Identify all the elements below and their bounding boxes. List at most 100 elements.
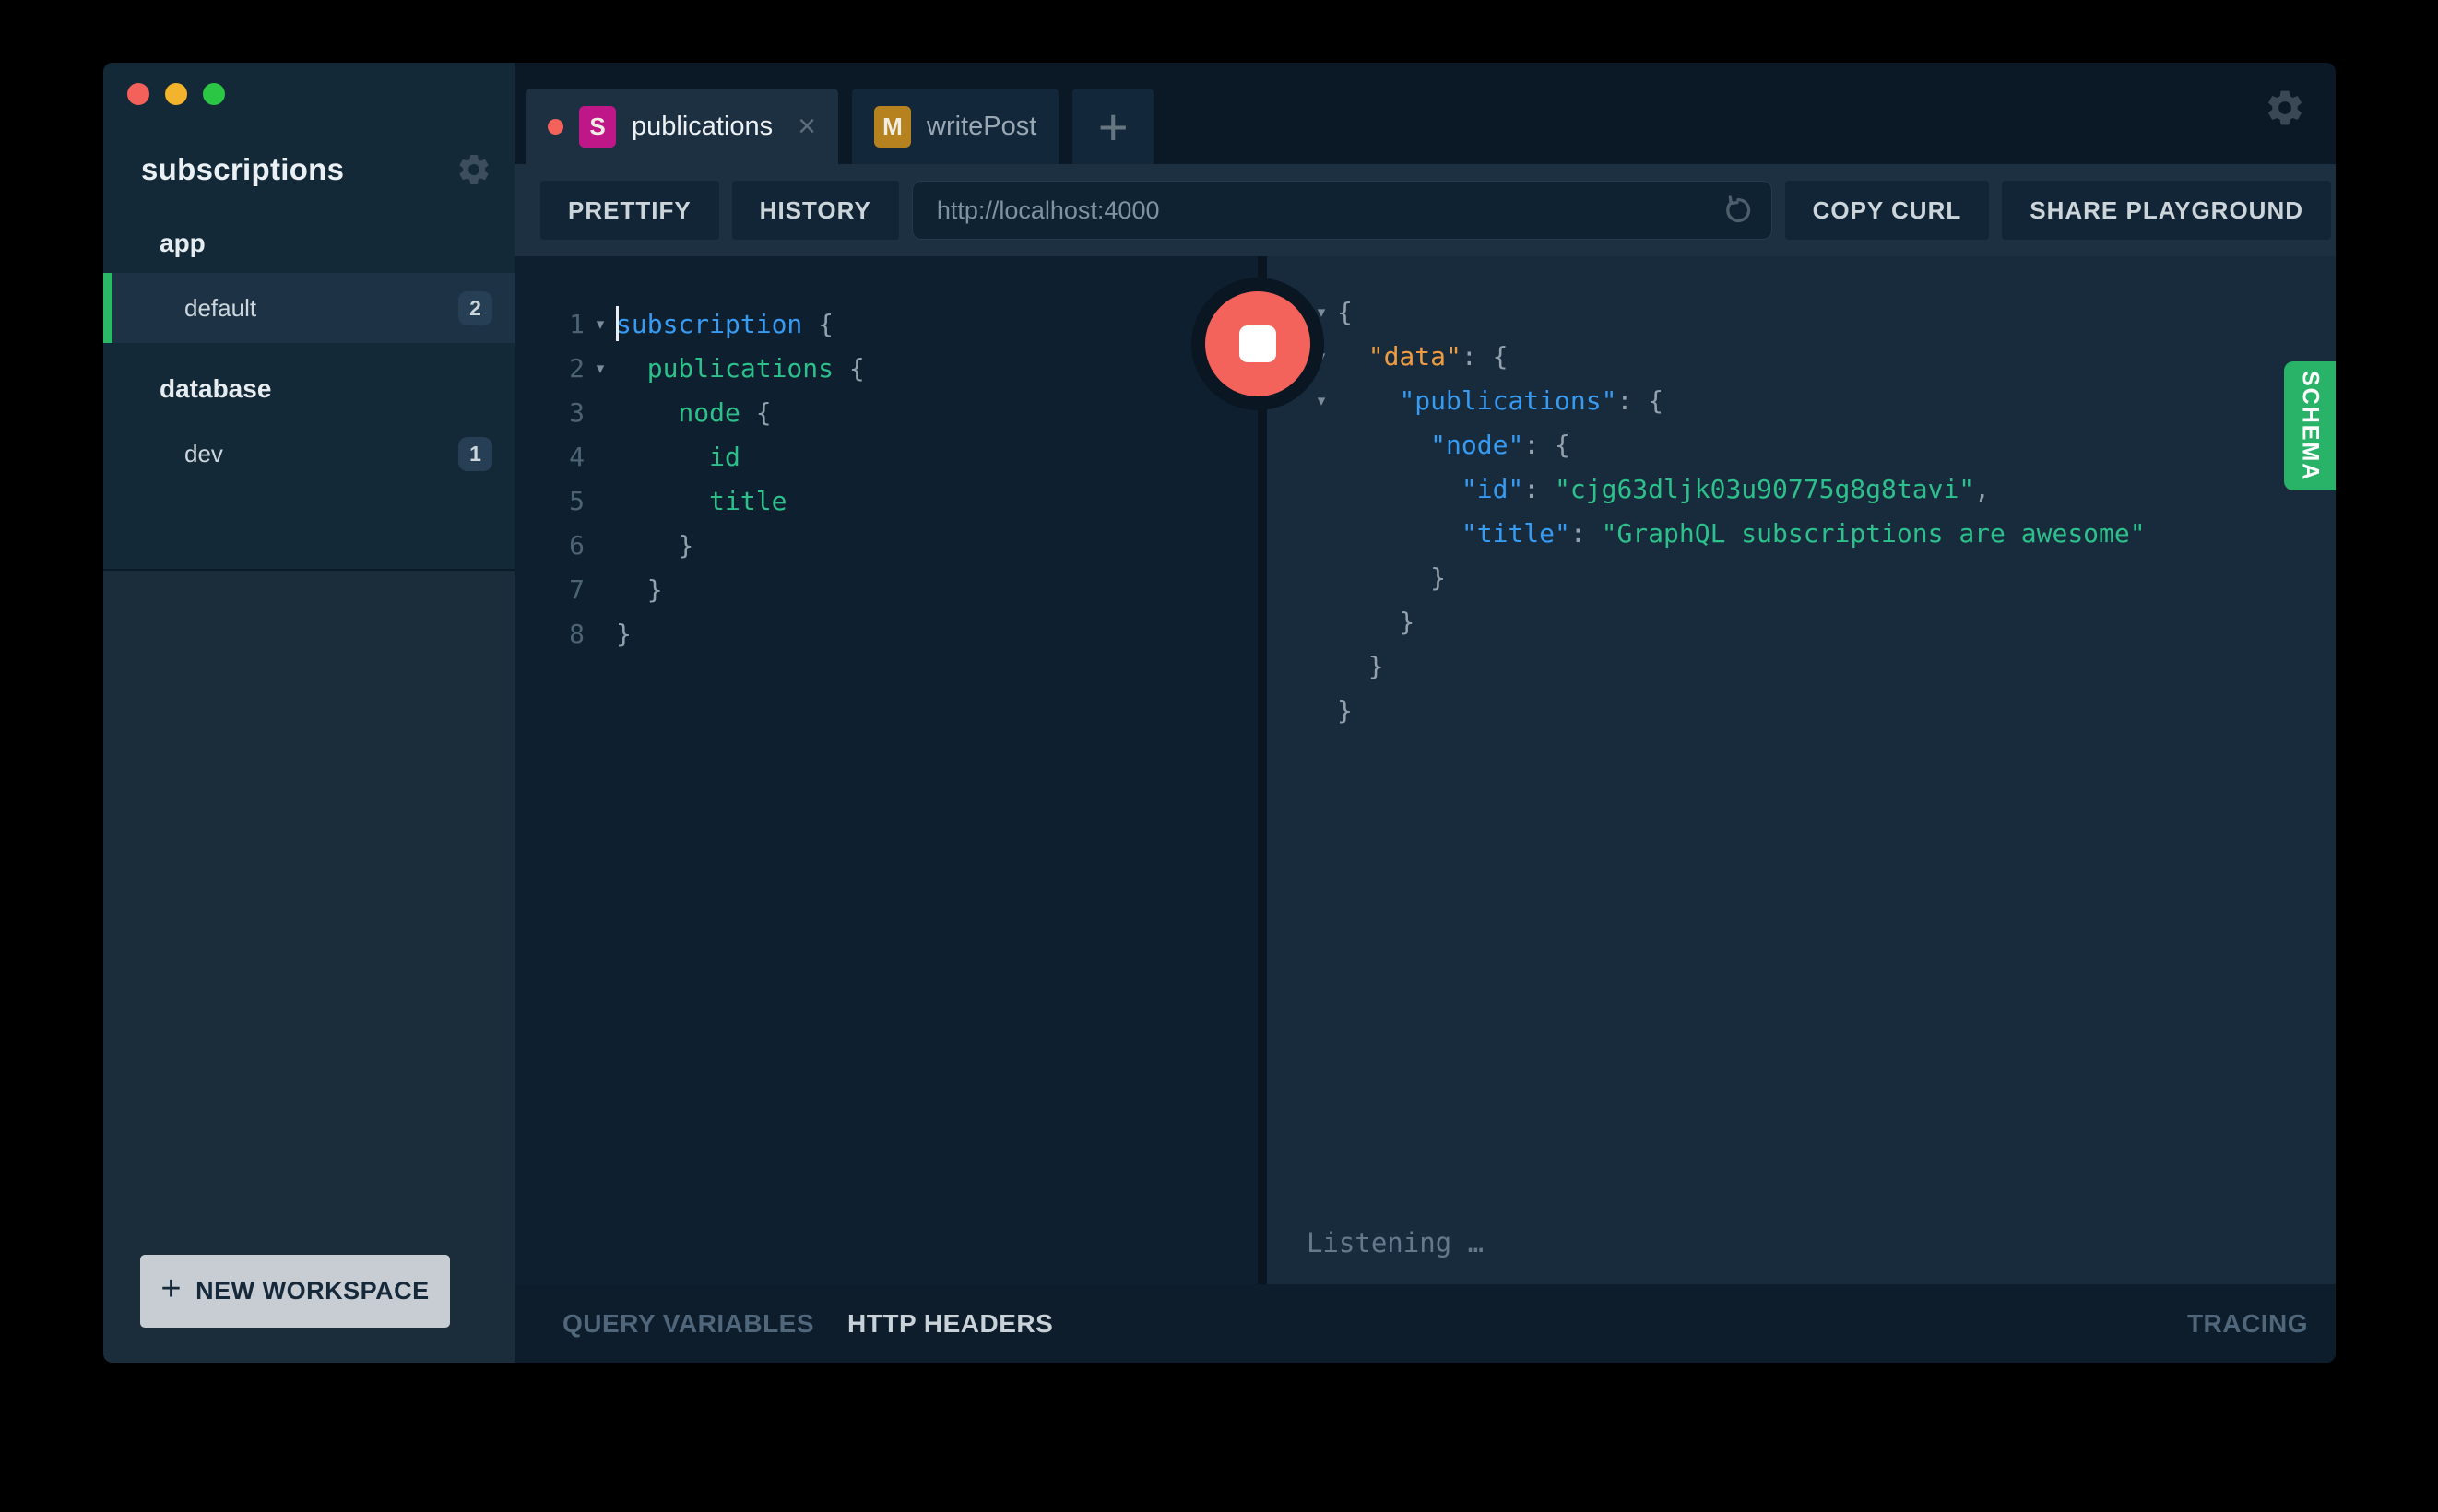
line-number: 3 xyxy=(537,391,585,435)
fold-caret-placeholder xyxy=(1306,600,1337,644)
code-text: "publications": { xyxy=(1337,379,1663,423)
code-text: } xyxy=(616,524,693,568)
workspace-title: subscriptions xyxy=(141,152,344,187)
code-text: subscription { xyxy=(616,302,834,347)
code-text: "node": { xyxy=(1337,423,1570,467)
new-tab-button[interactable]: + xyxy=(1072,89,1154,164)
query-code-line: 1▾subscription { xyxy=(537,302,865,347)
fold-caret-placeholder xyxy=(585,612,616,656)
code-text: node { xyxy=(616,391,772,435)
sidebar: subscriptions app default 2 database dev 1 + … xyxy=(103,63,515,1363)
prettify-button[interactable]: PRETTIFY xyxy=(540,181,719,240)
session-count-badge: 2 xyxy=(458,291,492,325)
endpoint-url-field xyxy=(912,181,1772,240)
sidebar-section: database dev 1 xyxy=(103,374,515,489)
sidebar-item-label: dev xyxy=(184,440,223,468)
line-number: 4 xyxy=(537,435,585,479)
tab-label: writePost xyxy=(927,112,1036,142)
settings-gear-icon[interactable] xyxy=(2264,87,2306,129)
fold-caret-placeholder xyxy=(1306,644,1337,689)
sidebar-item-dev[interactable]: dev 1 xyxy=(103,419,515,489)
code-text: "data": { xyxy=(1337,335,1508,379)
fold-caret-icon[interactable]: ▾ xyxy=(585,302,616,347)
tab-bar: Spublications × MwritePost+ xyxy=(515,63,2336,164)
fold-caret-placeholder xyxy=(585,479,616,524)
query-code-line: 3 node { xyxy=(537,391,865,435)
share-playground-button[interactable]: SHARE PLAYGROUND xyxy=(2002,181,2331,240)
response-pane: ▾{▾ "data": {▾ "publications": { "node":… xyxy=(1267,256,2336,1284)
graphql-playground-window: subscriptions app default 2 database dev 1 + … xyxy=(103,63,2336,1363)
reload-icon[interactable] xyxy=(1722,194,1755,227)
workspace-settings-gear-icon[interactable] xyxy=(456,151,492,188)
response-code-line: } xyxy=(1306,556,2146,600)
session-count-badge: 1 xyxy=(458,437,492,471)
fold-caret-placeholder xyxy=(585,568,616,612)
tab-label: publications xyxy=(632,112,773,142)
line-number: 1 xyxy=(537,302,585,347)
response-code-line: } xyxy=(1306,689,2146,733)
fold-caret-icon[interactable]: ▾ xyxy=(585,347,616,391)
copy-curl-button[interactable]: COPY CURL xyxy=(1785,181,1990,240)
tracing-tab[interactable]: TRACING xyxy=(2187,1309,2308,1339)
fold-caret-placeholder xyxy=(1306,512,1337,556)
close-tab-icon[interactable]: × xyxy=(798,111,816,142)
fold-caret-icon[interactable]: ▾ xyxy=(1306,379,1337,423)
sidebar-section-label: database xyxy=(103,374,515,419)
window-controls xyxy=(127,83,225,105)
code-text: "title": "GraphQL subscriptions are awes… xyxy=(1337,512,2146,556)
fold-caret-placeholder xyxy=(1306,689,1337,733)
code-text: } xyxy=(1337,556,1446,600)
sidebar-lower-panel: + NEW WORKSPACE xyxy=(103,569,515,1363)
bottom-bar: QUERY VARIABLES HTTP HEADERS TRACING xyxy=(515,1284,2336,1363)
fold-caret-placeholder xyxy=(1306,467,1337,512)
main-area: Spublications × MwritePost+ PRETTIFY HISTO… xyxy=(515,63,2336,1363)
query-code-line: 8 } xyxy=(537,612,865,656)
fold-caret-placeholder xyxy=(585,524,616,568)
response-code-line: ▾{ xyxy=(1306,290,2146,335)
http-headers-tab[interactable]: HTTP HEADERS xyxy=(847,1309,1053,1339)
fold-caret-placeholder xyxy=(1306,556,1337,600)
code-text: } xyxy=(1337,600,1414,644)
line-number: 6 xyxy=(537,524,585,568)
new-workspace-button[interactable]: + NEW WORKSPACE xyxy=(140,1255,450,1328)
query-code-line: 2▾ publications { xyxy=(537,347,865,391)
code-text: } xyxy=(1337,644,1384,689)
code-text: { xyxy=(1337,290,1353,335)
stop-subscription-button[interactable] xyxy=(1191,278,1324,410)
fold-caret-placeholder xyxy=(1306,423,1337,467)
close-window-button[interactable] xyxy=(127,83,149,105)
code-text: publications { xyxy=(616,347,865,391)
line-number: 5 xyxy=(537,479,585,524)
query-code-line: 4 id xyxy=(537,435,865,479)
response-code-line: ▾ "data": { xyxy=(1306,335,2146,379)
tab-writePost[interactable]: MwritePost xyxy=(852,89,1059,164)
schema-tab[interactable]: SCHEMA xyxy=(2284,361,2336,490)
response-code-line: "id": "cjg63dljk03u90775g8g8tavi", xyxy=(1306,467,2146,512)
sidebar-item-default[interactable]: default 2 xyxy=(103,273,515,343)
zoom-window-button[interactable] xyxy=(203,83,225,105)
sidebar-section-label: app xyxy=(103,229,515,273)
text-cursor xyxy=(616,306,619,341)
query-variables-tab[interactable]: QUERY VARIABLES xyxy=(562,1309,814,1339)
response-code-line: } xyxy=(1306,600,2146,644)
code-text: title xyxy=(616,479,787,524)
history-button[interactable]: HISTORY xyxy=(732,181,899,240)
fold-caret-placeholder xyxy=(585,391,616,435)
tab-publications[interactable]: Spublications × xyxy=(526,89,838,164)
endpoint-url-input[interactable] xyxy=(935,195,1710,226)
new-workspace-label: NEW WORKSPACE xyxy=(195,1277,430,1305)
query-code-line: 7 } xyxy=(537,568,865,612)
query-editor-pane[interactable]: 1▾subscription {2▾ publications {3 node … xyxy=(515,256,1267,1284)
stop-icon xyxy=(1239,325,1276,362)
code-text: } xyxy=(616,612,632,656)
code-text: } xyxy=(1337,689,1353,733)
sidebar-item-label: default xyxy=(184,294,256,323)
code-text: id xyxy=(616,435,740,479)
line-number: 8 xyxy=(537,612,585,656)
running-indicator-dot xyxy=(548,119,563,135)
plus-icon: + xyxy=(160,1270,182,1309)
operation-type-badge: S xyxy=(579,106,616,148)
response-code-line: "title": "GraphQL subscriptions are awes… xyxy=(1306,512,2146,556)
sidebar-section: app default 2 xyxy=(103,229,515,343)
minimize-window-button[interactable] xyxy=(165,83,187,105)
